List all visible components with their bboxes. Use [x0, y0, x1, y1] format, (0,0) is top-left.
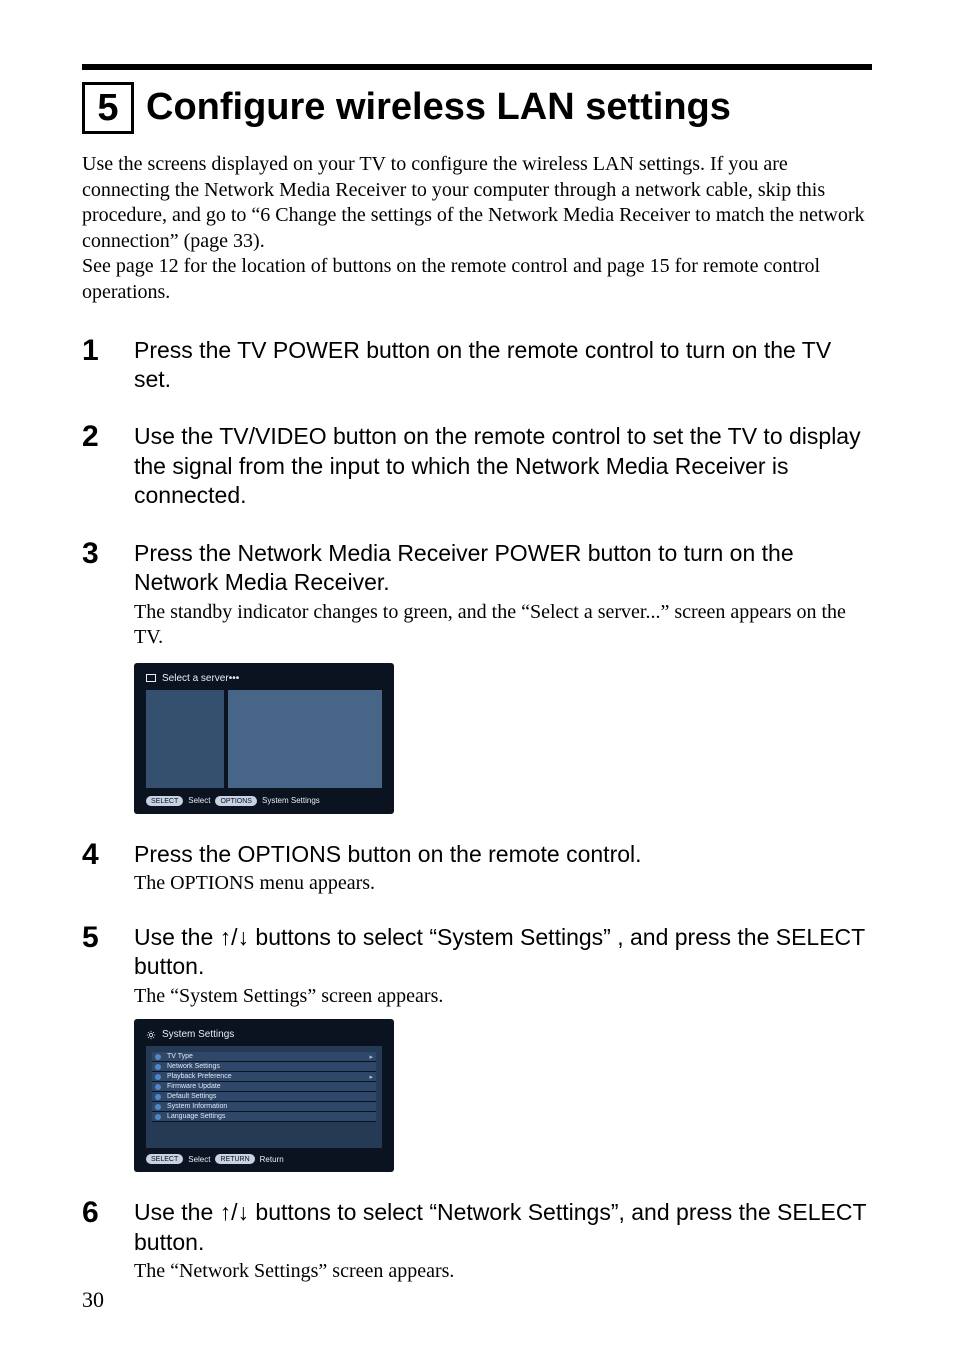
screen-icon: [146, 674, 156, 682]
step-2: 2 Use the TV/VIDEO button on the remote …: [82, 422, 872, 512]
step-heading: Press the OPTIONS button on the remote c…: [134, 840, 872, 869]
bullet-icon: [155, 1074, 161, 1080]
step-heading: Use the ↑/↓ buttons to select “Network S…: [134, 1198, 872, 1257]
title-row: 5 Configure wireless LAN settings: [82, 82, 872, 134]
menu-item: Language Settings: [152, 1112, 376, 1122]
bullet-icon: [155, 1094, 161, 1100]
step-number: 6: [82, 1198, 112, 1284]
chevron-right-icon: ▸: [369, 1073, 373, 1081]
menu-item-label: Firmware Update: [167, 1083, 221, 1090]
step-number: 4: [82, 840, 112, 897]
step-heading: Use the TV/VIDEO button on the remote co…: [134, 422, 872, 510]
up-down-arrows-icon: ↑/↓: [220, 1199, 249, 1225]
menu-item-label: TV Type: [167, 1053, 193, 1060]
menu-item-label: Network Settings: [167, 1063, 220, 1070]
step-heading: Press the TV POWER button on the remote …: [134, 336, 872, 395]
return-label: Return: [260, 1155, 284, 1164]
menu-item-label: System Information: [167, 1103, 227, 1110]
tv-footer: SELECT Select OPTIONS System Settings: [146, 796, 382, 806]
tv-panels: [146, 690, 382, 788]
return-pill: RETURN: [215, 1154, 254, 1164]
menu-item: Default Settings: [152, 1092, 376, 1102]
step-detail: The standby indicator changes to green, …: [134, 600, 872, 651]
step-detail: The OPTIONS menu appears.: [134, 871, 872, 897]
menu-item: Playback Preference ▸: [152, 1072, 376, 1082]
menu-item: Firmware Update: [152, 1082, 376, 1092]
step-number: 1: [82, 336, 112, 397]
select-label: Select: [188, 1155, 210, 1164]
tv-header: Select a server•••: [146, 673, 382, 684]
tv-left-panel: [146, 690, 224, 788]
bullet-icon: [155, 1084, 161, 1090]
section-number-box: 5: [82, 82, 134, 134]
up-down-arrows-icon: ↑/↓: [220, 924, 249, 950]
tv-screenshot-select-server: Select a server••• SELECT Select OPTIONS…: [134, 663, 394, 814]
bullet-icon: [155, 1064, 161, 1070]
gear-icon: [146, 1030, 156, 1040]
bullet-icon: [155, 1054, 161, 1060]
numbered-steps: 1 Press the TV POWER button on the remot…: [82, 336, 872, 1285]
section-rule: [82, 64, 872, 70]
step-1: 1 Press the TV POWER button on the remot…: [82, 336, 872, 397]
options-label: System Settings: [262, 796, 320, 805]
step-number: 2: [82, 422, 112, 512]
menu-item-label: Playback Preference: [167, 1073, 232, 1080]
step-5: 5 Use the ↑/↓ buttons to select “System …: [82, 923, 872, 1172]
step-heading: Press the Network Media Receiver POWER b…: [134, 539, 872, 598]
step-heading-pre: Use the: [134, 924, 220, 950]
tv-header: System Settings: [146, 1029, 382, 1040]
menu-list: TV Type ▸ Network Settings Playback Prefe…: [146, 1046, 382, 1148]
options-pill: OPTIONS: [215, 796, 257, 806]
menu-item-label: Language Settings: [167, 1113, 225, 1120]
step-heading-pre: Use the: [134, 1199, 220, 1225]
menu-item: TV Type ▸: [152, 1052, 376, 1062]
select-pill: SELECT: [146, 796, 183, 806]
page-number: 30: [82, 1287, 104, 1313]
chevron-right-icon: ▸: [369, 1053, 373, 1061]
intro-text: Use the screens displayed on your TV to …: [82, 152, 872, 306]
bullet-icon: [155, 1114, 161, 1120]
tv-screenshot-system-settings: System Settings TV Type ▸ Network Setting…: [134, 1019, 394, 1172]
step-number: 5: [82, 923, 112, 1172]
step-6: 6 Use the ↑/↓ buttons to select “Network…: [82, 1198, 872, 1284]
intro-paragraph-1: Use the screens displayed on your TV to …: [82, 153, 865, 252]
select-pill: SELECT: [146, 1154, 183, 1164]
tv-right-panel: [228, 690, 382, 788]
page-title: Configure wireless LAN settings: [146, 87, 731, 129]
step-heading: Use the ↑/↓ buttons to select “System Se…: [134, 923, 872, 982]
tv-header-label: System Settings: [162, 1029, 234, 1040]
menu-item: Network Settings: [152, 1062, 376, 1072]
step-3: 3 Press the Network Media Receiver POWER…: [82, 539, 872, 814]
step-detail: The “System Settings” screen appears.: [134, 984, 872, 1010]
step-4: 4 Press the OPTIONS button on the remote…: [82, 840, 872, 897]
tv-footer: SELECT Select RETURN Return: [146, 1154, 382, 1164]
select-label: Select: [188, 796, 210, 805]
tv-header-label: Select a server•••: [162, 673, 239, 684]
menu-item: System Information: [152, 1102, 376, 1112]
intro-paragraph-2: See page 12 for the location of buttons …: [82, 255, 820, 303]
bullet-icon: [155, 1104, 161, 1110]
menu-item-label: Default Settings: [167, 1093, 216, 1100]
step-detail: The “Network Settings” screen appears.: [134, 1259, 872, 1285]
step-number: 3: [82, 539, 112, 814]
